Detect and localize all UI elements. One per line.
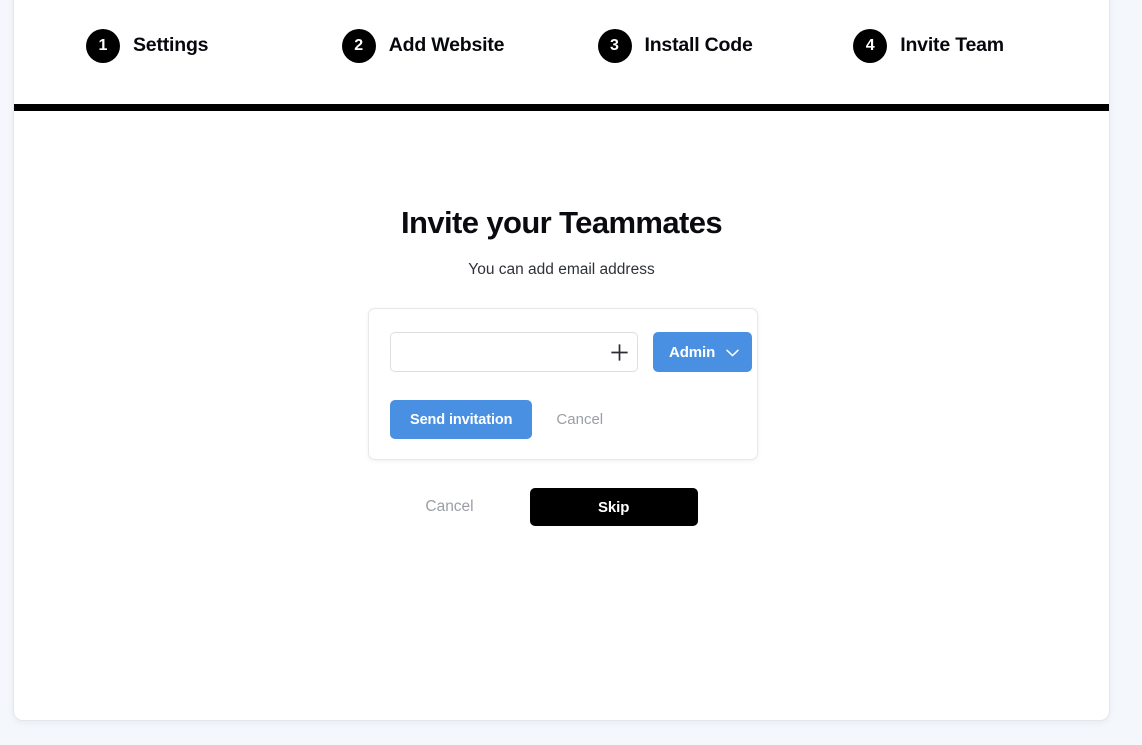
stepper-step-invite-team[interactable]: 4 Invite Team <box>853 28 1109 63</box>
step-number-badge-2: 2 <box>341 28 376 63</box>
page-title: Invite your Teammates <box>400 205 723 240</box>
step-label-settings: Settings <box>133 34 209 56</box>
footer-actions: Cancel Skip <box>14 488 1109 526</box>
step-label-add-website: Add Website <box>388 34 505 56</box>
footer-cancel-button[interactable]: Cancel <box>425 488 473 526</box>
step-number-badge-1: 1 <box>86 28 120 63</box>
role-select-value: Admin <box>669 343 716 361</box>
stepper-step-add-website[interactable]: 2 Add Website <box>341 28 598 63</box>
page-subtitle: You can add email address <box>468 261 655 278</box>
step-number-badge-4: 4 <box>853 28 888 63</box>
chevron-down-icon <box>726 344 739 361</box>
invite-card: Admin Send invitation Cancel <box>368 308 758 460</box>
onboarding-stepper: 1 Settings 2 Add Website 3 Install Code … <box>14 0 1109 104</box>
step-label-invite-team: Invite Team <box>900 34 1004 56</box>
invite-input-row: Admin <box>390 332 753 372</box>
step-label-install-code: Install Code <box>644 34 753 56</box>
step-number-badge-3: 3 <box>597 28 632 63</box>
stepper-step-settings[interactable]: 1 Settings <box>86 28 342 63</box>
email-field-wrapper[interactable] <box>390 332 638 372</box>
skip-button[interactable]: Skip <box>529 488 698 526</box>
invite-card-actions: Send invitation Cancel <box>390 400 616 439</box>
stepper-step-install-code[interactable]: 3 Install Code <box>597 28 854 63</box>
main-content: Invite your Teammates You can add email … <box>14 111 1109 720</box>
onboarding-window: 1 Settings 2 Add Website 3 Install Code … <box>13 0 1110 721</box>
stepper-progress-bar <box>14 104 1109 111</box>
plus-icon[interactable] <box>607 340 631 364</box>
email-input[interactable] <box>391 333 606 371</box>
role-select-admin[interactable]: Admin <box>653 332 753 372</box>
send-invitation-button[interactable]: Send invitation <box>390 400 533 439</box>
invite-cancel-button[interactable]: Cancel <box>543 400 616 439</box>
